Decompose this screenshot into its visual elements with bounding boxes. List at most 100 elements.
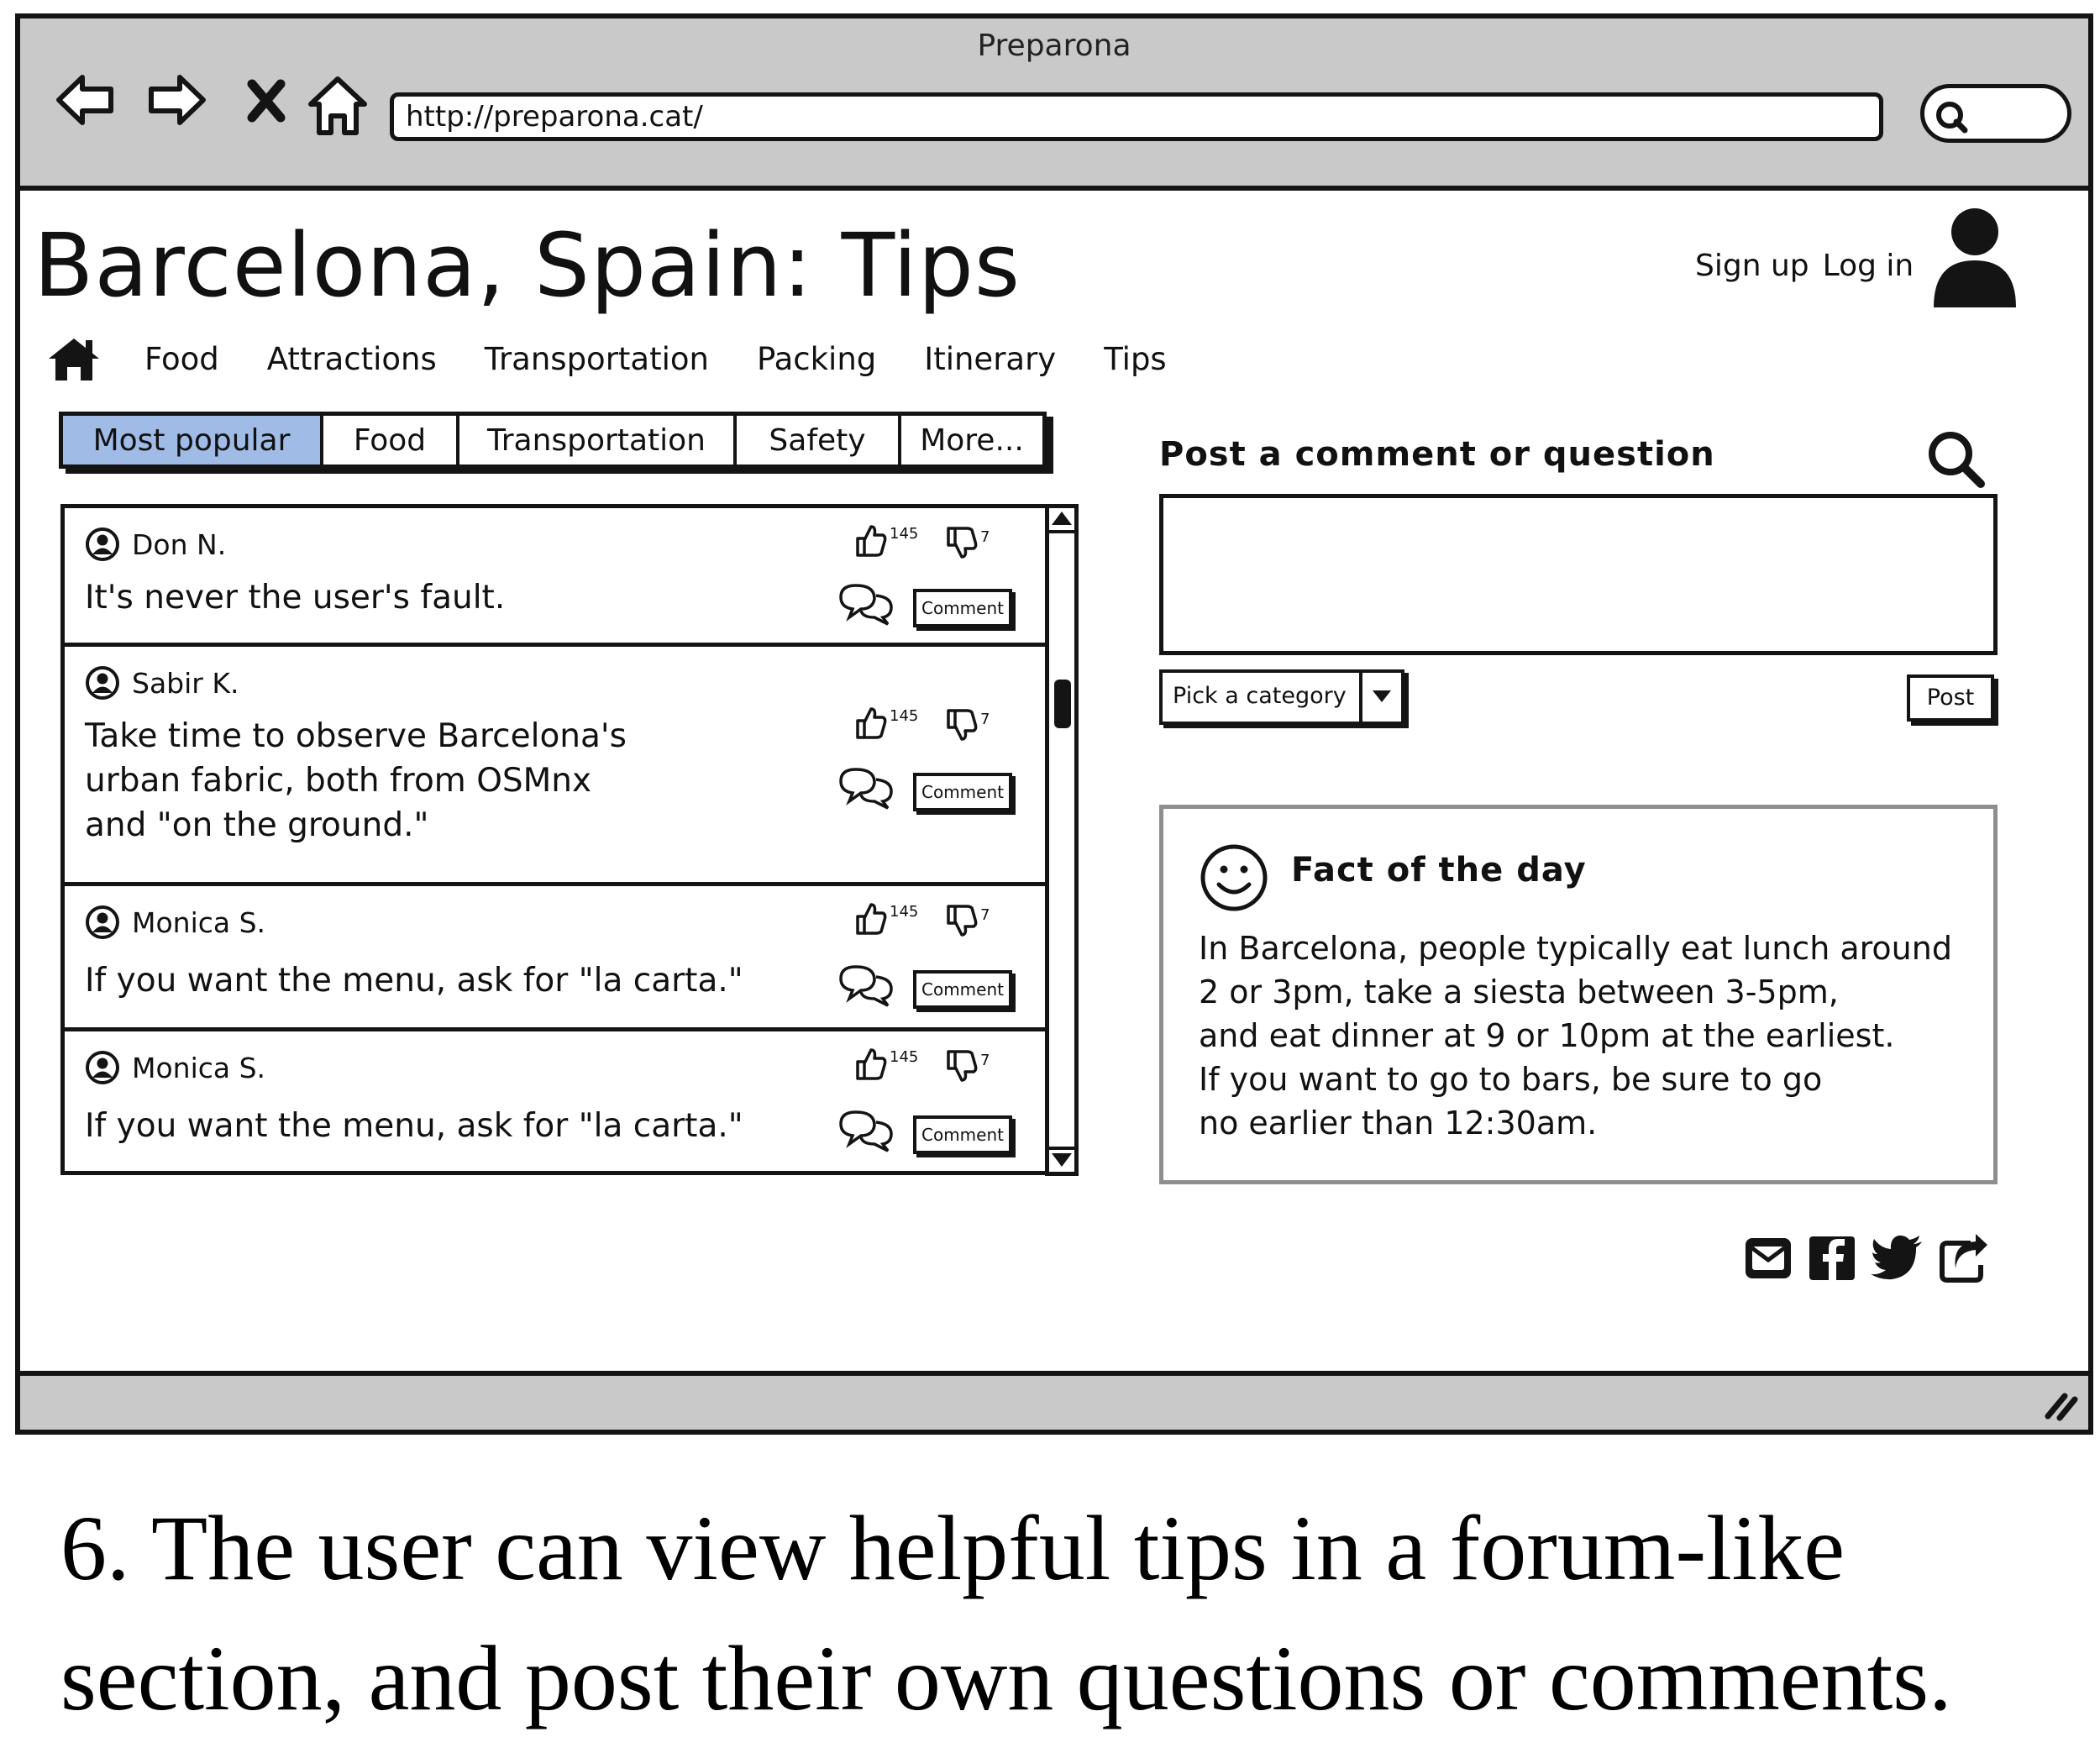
dislike-button[interactable]: 7: [945, 525, 990, 562]
magnifier-icon: [1936, 102, 1968, 134]
tab-food[interactable]: Food: [323, 416, 459, 464]
auth-links: Sign up Log in: [1695, 249, 1927, 283]
triangle-up-icon: [1052, 512, 1072, 525]
like-count: 145: [890, 1048, 919, 1066]
tab-transportation[interactable]: Transportation: [459, 416, 737, 464]
fact-of-the-day-card: Fact of the day In Barcelona, people typ…: [1159, 805, 1998, 1184]
fact-body: In Barcelona, people typically eat lunch…: [1199, 930, 1952, 1142]
speech-bubbles-icon: [837, 580, 896, 631]
tip-card: Monica S. If you want the menu, ask for …: [60, 882, 1065, 1031]
tab-more[interactable]: More...: [901, 416, 1042, 464]
facebook-icon[interactable]: [1806, 1231, 1858, 1287]
fact-title: Fact of the day: [1291, 851, 1587, 890]
like-count: 145: [890, 707, 919, 725]
tip-text: It's never the user's fault.: [85, 579, 506, 617]
dislike-count: 7: [980, 1052, 990, 1069]
thumbs-up-icon: [856, 903, 887, 935]
stop-x-icon[interactable]: [245, 77, 287, 124]
tip-author: Monica S.: [85, 905, 265, 940]
forward-arrow-icon[interactable]: [146, 71, 208, 129]
tip-card: Don N. It's never the user's fault. 145 …: [60, 504, 1065, 647]
scroll-up-button[interactable]: [1049, 508, 1074, 533]
browser-toolbar: Preparona http://preparona.cat/: [20, 18, 2088, 191]
nav-item-transportation[interactable]: Transportation: [485, 341, 709, 377]
tab-most-popular[interactable]: Most popular: [63, 416, 323, 464]
user-avatar-icon[interactable]: [1929, 205, 2021, 318]
tip-card: Sabir K. Take time to observe Barcelona'…: [60, 643, 1065, 886]
tips-list: Don N. It's never the user's fault. 145 …: [60, 504, 1065, 1175]
comment-button[interactable]: Comment: [913, 773, 1012, 811]
tip-author-name: Don N.: [132, 527, 227, 561]
thumbs-down-icon: [947, 527, 978, 559]
like-button[interactable]: 145: [854, 704, 918, 741]
dislike-button[interactable]: 7: [945, 707, 990, 744]
tip-author: Sabir K.: [85, 665, 239, 701]
tip-author: Don N.: [85, 527, 226, 562]
dislike-count: 7: [980, 906, 990, 924]
window-title: Preparona: [977, 29, 1131, 63]
chevron-down-icon: [1373, 690, 1391, 702]
nav-item-itinerary[interactable]: Itinerary: [924, 341, 1056, 377]
thumbs-up-icon: [856, 1048, 887, 1080]
tip-author-name: Monica S.: [132, 905, 266, 939]
browser-search-input[interactable]: [1920, 84, 2071, 143]
main-navigation: Food Attractions Transportation Packing …: [47, 329, 1215, 388]
post-heading: Post a comment or question: [1159, 435, 1715, 474]
speech-bubbles-icon: [837, 1107, 896, 1157]
like-button[interactable]: 145: [854, 900, 918, 937]
smiley-icon: [1199, 842, 1269, 916]
tip-author-name: Monica S.: [132, 1051, 266, 1084]
nav-item-tips[interactable]: Tips: [1104, 341, 1167, 377]
scroll-thumb[interactable]: [1054, 680, 1071, 728]
category-select[interactable]: Pick a category: [1159, 669, 1404, 725]
share-icon[interactable]: [1937, 1231, 1991, 1287]
tip-author: Monica S.: [85, 1050, 265, 1085]
user-circle-icon: [86, 666, 119, 700]
post-button[interactable]: Post: [1907, 674, 1994, 722]
triangle-down-icon: [1052, 1153, 1072, 1167]
search-icon[interactable]: [1925, 428, 1987, 494]
like-button[interactable]: 145: [854, 522, 918, 559]
page-title: Barcelona, Spain: Tips: [34, 214, 1021, 317]
nav-item-food[interactable]: Food: [144, 341, 219, 377]
speech-bubbles-icon: [837, 764, 896, 815]
back-arrow-icon[interactable]: [54, 71, 116, 129]
user-circle-icon: [86, 1051, 119, 1084]
thumbs-up-icon: [856, 525, 887, 557]
like-button[interactable]: 145: [854, 1045, 918, 1082]
tip-text: Take time to observe Barcelona's urban f…: [85, 717, 627, 844]
tip-card: Monica S. If you want the menu, ask for …: [60, 1027, 1065, 1175]
dislike-button[interactable]: 7: [945, 903, 990, 940]
comment-button[interactable]: Comment: [913, 589, 1012, 627]
email-icon[interactable]: [1742, 1231, 1794, 1287]
nav-item-packing[interactable]: Packing: [757, 341, 876, 377]
resize-grip-icon[interactable]: [2036, 1384, 2078, 1425]
home-outline-icon[interactable]: [306, 72, 370, 139]
like-count: 145: [890, 525, 919, 543]
user-circle-icon: [86, 905, 119, 939]
filter-tab-bar: Most popular Food Transportation Safety …: [59, 412, 1047, 469]
comment-button[interactable]: Comment: [913, 1115, 1012, 1154]
comment-button[interactable]: Comment: [913, 970, 1012, 1009]
home-icon[interactable]: [47, 335, 101, 382]
dislike-button[interactable]: 7: [945, 1048, 990, 1085]
sign-up-link[interactable]: Sign up: [1695, 249, 1809, 283]
tip-text: If you want the menu, ask for "la carta.…: [85, 1107, 743, 1145]
twitter-icon[interactable]: [1870, 1231, 1925, 1287]
tab-safety[interactable]: Safety: [737, 416, 901, 464]
thumbs-up-icon: [856, 707, 887, 739]
like-count: 145: [890, 903, 919, 921]
nav-item-attractions[interactable]: Attractions: [267, 341, 437, 377]
url-input[interactable]: http://preparona.cat/: [390, 92, 1883, 141]
speech-bubbles-icon: [837, 962, 896, 1012]
dropdown-arrow[interactable]: [1359, 673, 1401, 722]
log-in-link[interactable]: Log in: [1823, 249, 1914, 283]
tips-scrollbar[interactable]: [1045, 504, 1079, 1176]
user-circle-icon: [86, 527, 119, 561]
thumbs-down-icon: [947, 1050, 978, 1082]
category-select-label: Pick a category: [1173, 683, 1347, 709]
scroll-down-button[interactable]: [1049, 1147, 1074, 1172]
dislike-count: 7: [980, 528, 990, 546]
tip-text: If you want the menu, ask for "la carta.…: [85, 962, 743, 1000]
comment-textarea[interactable]: [1159, 494, 1998, 655]
